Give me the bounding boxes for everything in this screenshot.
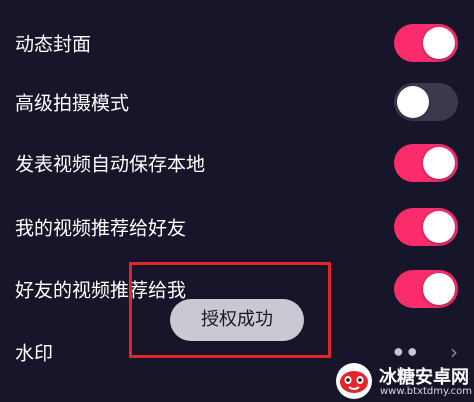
toast-message: 授权成功: [170, 299, 304, 341]
setting-row-dynamic-cover: 动态封面: [0, 12, 474, 74]
setting-label: 水印: [15, 342, 54, 365]
setting-row-auto-save-local: 发表视频自动保存本地: [0, 132, 474, 194]
dots-icon: ● ●: [394, 346, 418, 358]
toggle-knob: [423, 27, 455, 59]
advanced-shooting-toggle[interactable]: [394, 83, 458, 121]
toggle-knob: [397, 86, 429, 118]
setting-label: 高级拍摄模式: [15, 92, 130, 115]
site-watermark: 冰糖安卓网 www.btxtdmy.com: [335, 358, 474, 402]
recommend-my-videos-toggle[interactable]: [394, 208, 458, 246]
setting-label: 我的视频推荐给好友: [15, 217, 187, 240]
settings-screen: 动态封面 高级拍摄模式 发表视频自动保存本地 我的视频推荐给好友 好友的视频推荐…: [0, 0, 474, 402]
setting-row-recommend-my-videos: 我的视频推荐给好友: [0, 196, 474, 258]
setting-row-advanced-shooting: 高级拍摄模式: [0, 71, 474, 133]
toggle-knob: [423, 211, 455, 243]
auto-save-local-toggle[interactable]: [394, 144, 458, 182]
site-logo-icon: [336, 363, 372, 399]
site-watermark-url: www.btxtdmy.com: [380, 386, 473, 397]
toggle-knob: [423, 147, 455, 179]
setting-label: 动态封面: [15, 33, 92, 56]
friends-videos-to-me-toggle[interactable]: [394, 270, 458, 308]
toggle-knob: [423, 273, 455, 305]
dynamic-cover-toggle[interactable]: [394, 24, 458, 62]
setting-label: 发表视频自动保存本地: [15, 153, 206, 176]
